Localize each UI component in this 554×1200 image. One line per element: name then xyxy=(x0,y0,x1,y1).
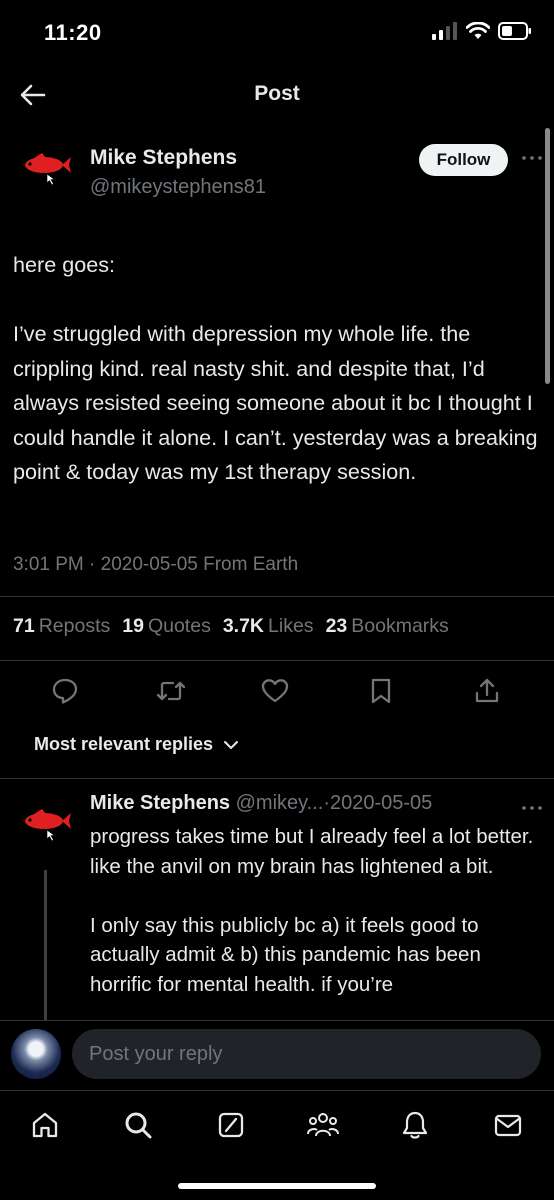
reply-button[interactable] xyxy=(48,674,82,708)
red-fish-logo-icon xyxy=(25,809,71,842)
top-header: Post xyxy=(0,66,554,124)
home-icon xyxy=(32,1112,58,1138)
more-options-icon[interactable] xyxy=(520,148,544,168)
share-button[interactable] xyxy=(470,674,504,708)
search-icon xyxy=(125,1112,152,1139)
share-icon xyxy=(475,678,499,703)
reply-avatar[interactable] xyxy=(20,808,72,848)
chevron-down-icon xyxy=(224,740,239,749)
notifications-icon xyxy=(402,1111,428,1139)
post-author-row: Mike Stephens @mikeystephens81 Follow xyxy=(0,130,554,210)
like-icon xyxy=(261,679,289,703)
replies-sort-dropdown[interactable]: Most relevant replies xyxy=(34,734,239,755)
status-icons xyxy=(432,22,532,40)
reply-icon xyxy=(52,678,78,704)
post-paragraph: I’ve struggled with depression my whole … xyxy=(13,321,538,484)
repost-button[interactable] xyxy=(154,674,188,708)
reposts-stat[interactable]: 71 Reposts xyxy=(13,615,110,638)
reply-author-handle[interactable]: @mikey... xyxy=(236,792,324,814)
red-fish-logo-icon xyxy=(25,153,71,186)
reply-paragraph: progress takes time but I already feel a… xyxy=(90,825,534,878)
reply-date[interactable]: 2020-05-05 xyxy=(330,792,432,814)
reply-header: Mike Stephens @mikey...·2020-05-05 xyxy=(90,792,432,815)
author-handle[interactable]: @mikeystephens81 xyxy=(90,176,266,199)
tab-grok[interactable] xyxy=(211,1105,251,1145)
engagement-stats: 71 Reposts 19 Quotes 3.7K Likes 23 Bookmarks xyxy=(13,615,449,638)
bookmarks-stat[interactable]: 23 Bookmarks xyxy=(326,615,449,638)
repost-icon xyxy=(156,681,186,701)
bookmark-button[interactable] xyxy=(364,674,398,708)
follow-button[interactable]: Follow xyxy=(419,144,508,176)
reply-paragraph: I only say this publicly bc a) it feels … xyxy=(90,913,481,996)
status-time: 11:20 xyxy=(44,20,102,45)
thread-connector-line xyxy=(44,870,47,1020)
avatar[interactable] xyxy=(20,152,72,192)
reply-composer xyxy=(0,1020,554,1090)
likes-stat[interactable]: 3.7K Likes xyxy=(223,615,314,638)
post-actions xyxy=(0,670,554,710)
cellular-signal-icon xyxy=(432,22,457,40)
tab-communities[interactable] xyxy=(303,1105,343,1145)
post-body: here goes: I’ve struggled with depressio… xyxy=(13,248,538,490)
tab-notifications[interactable] xyxy=(395,1105,435,1145)
reply-author-name[interactable]: Mike Stephens xyxy=(90,792,230,814)
status-bar: 11:20 xyxy=(0,0,554,66)
quotes-stat[interactable]: 19 Quotes xyxy=(122,615,211,638)
like-button[interactable] xyxy=(258,674,292,708)
replies-sort-label: Most relevant replies xyxy=(34,734,214,754)
reply-item[interactable]: Mike Stephens @mikey...·2020-05-05 progr… xyxy=(0,780,554,1020)
reply-separator: · xyxy=(323,792,330,814)
author-name[interactable]: Mike Stephens xyxy=(90,146,237,170)
bookmark-icon xyxy=(371,678,391,704)
wifi-icon xyxy=(466,22,490,39)
divider xyxy=(0,778,554,779)
page-title: Post xyxy=(254,82,300,105)
more-options-icon[interactable] xyxy=(520,798,544,818)
reply-body: progress takes time but I already feel a… xyxy=(90,822,535,999)
post-paragraph: here goes: xyxy=(13,252,116,277)
tab-search[interactable] xyxy=(118,1105,158,1145)
messages-icon xyxy=(494,1114,522,1137)
communities-icon xyxy=(307,1113,339,1137)
battery-icon xyxy=(498,22,531,40)
divider xyxy=(0,660,554,661)
divider xyxy=(0,596,554,597)
home-indicator[interactable] xyxy=(178,1183,376,1189)
user-avatar[interactable] xyxy=(11,1029,61,1079)
grok-icon xyxy=(218,1112,244,1138)
post-timestamp[interactable]: 3:01 PM · 2020-05-05 From Earth xyxy=(13,554,298,576)
tab-home[interactable] xyxy=(25,1105,65,1145)
reply-input[interactable] xyxy=(72,1029,541,1079)
tab-messages[interactable] xyxy=(488,1105,528,1145)
